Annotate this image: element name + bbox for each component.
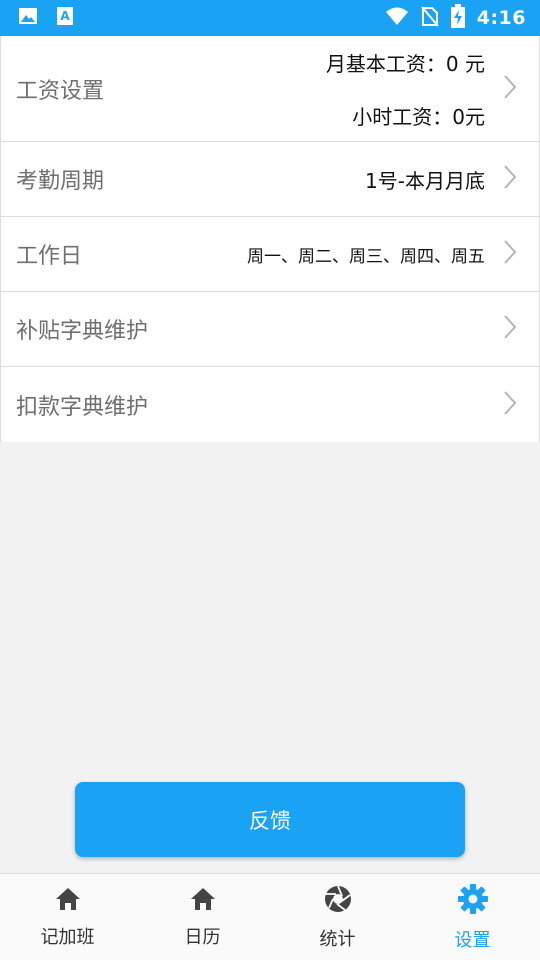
battery-charging-icon — [450, 4, 465, 32]
chevron-right-icon — [503, 314, 517, 344]
tab-label: 统计 — [319, 928, 356, 950]
attendance-period-row[interactable]: 考勤周期 1号-本月月底 — [1, 142, 539, 217]
chevron-right-icon — [503, 164, 517, 194]
tab-label: 设置 — [454, 929, 491, 951]
tab-label: 日历 — [184, 926, 221, 948]
tab-settings[interactable]: 设置 — [405, 874, 540, 960]
home-icon — [54, 886, 82, 917]
aperture-icon — [323, 884, 353, 919]
salary-settings-row[interactable]: 工资设置 月基本工资：0 元 小时工资：0元 — [1, 36, 539, 142]
workdays-label: 工作日 — [16, 244, 83, 269]
deduction-dictionary-row[interactable]: 扣款字典维护 — [1, 367, 539, 442]
clock: 4:16 — [476, 7, 526, 29]
deduction-dictionary-label: 扣款字典维护 — [16, 394, 149, 420]
tab-statistics[interactable]: 统计 — [270, 874, 405, 960]
image-icon — [18, 7, 38, 29]
allowance-dictionary-row[interactable]: 补贴字典维护 — [1, 292, 539, 367]
bottom-tab-bar: 记加班 日历 统计 设置 — [0, 873, 540, 960]
no-sim-icon — [420, 5, 439, 31]
text-notification-icon: A — [56, 6, 74, 30]
allowance-dictionary-label: 补贴字典维护 — [16, 319, 149, 344]
feedback-button[interactable]: 反馈 — [75, 782, 465, 857]
workdays-row[interactable]: 工作日 周一、周二、周三、周四、周五 — [1, 217, 539, 292]
home-icon — [189, 886, 217, 917]
chevron-right-icon — [503, 239, 517, 269]
salary-values: 月基本工资：0 元 小时工资：0元 — [326, 48, 485, 130]
svg-text:A: A — [60, 9, 70, 23]
salary-settings-label: 工资设置 — [16, 78, 105, 104]
attendance-period-value: 1号-本月月底 — [365, 168, 485, 193]
chevron-right-icon — [503, 74, 517, 104]
tab-overtime[interactable]: 记加班 — [0, 874, 135, 960]
tab-calendar[interactable]: 日历 — [135, 874, 270, 960]
tab-label: 记加班 — [40, 926, 95, 948]
attendance-period-label: 考勤周期 — [16, 169, 105, 194]
wifi-icon — [385, 6, 409, 30]
settings-list: 工资设置 月基本工资：0 元 小时工资：0元 考勤周期 1号-本月月底 工作日 … — [0, 36, 540, 442]
hourly-salary-value: 小时工资：0元 — [352, 104, 485, 129]
chevron-right-icon — [503, 390, 517, 420]
monthly-salary-value: 月基本工资：0 元 — [325, 51, 485, 76]
status-bar: A 4:16 — [0, 0, 540, 36]
workdays-value: 周一、周二、周三、周四、周五 — [247, 246, 485, 267]
gear-icon — [457, 883, 489, 920]
